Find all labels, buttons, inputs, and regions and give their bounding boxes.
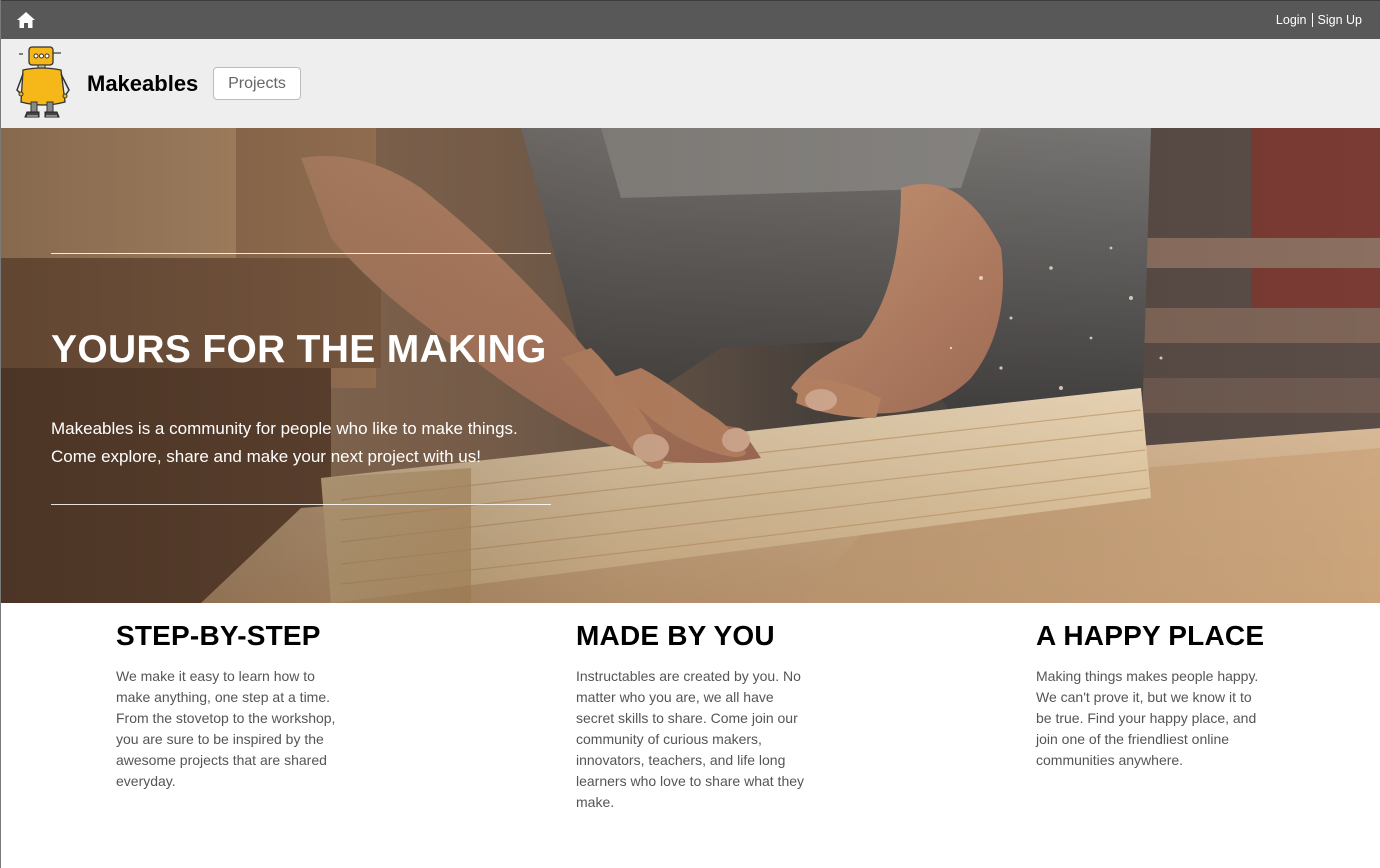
brand-name[interactable]: Makeables [87, 71, 198, 97]
projects-button[interactable]: Projects [213, 67, 301, 100]
page: Login Sign Up Makeables Projects YOURS F… [0, 0, 1380, 868]
hero-description: Makeables is a community for people who … [51, 415, 571, 471]
feature-a-happy-place: A HAPPY PLACE Making things makes people… [1036, 620, 1276, 771]
signup-link[interactable]: Sign Up [1318, 13, 1362, 27]
feature-step-by-step: STEP-BY-STEP We make it easy to learn ho… [116, 620, 356, 792]
auth-links: Login Sign Up [1276, 13, 1362, 27]
feature-description: Instructables are created by you. No mat… [576, 668, 805, 810]
feature-title: MADE BY YOU [576, 620, 775, 651]
feature-title: STEP-BY-STEP [116, 620, 321, 651]
hero-bottom-divider [51, 504, 551, 505]
feature-made-by-you: MADE BY YOU Instructables are created by… [576, 620, 816, 813]
hero-text-line-1: Makeables is a community for people who … [51, 419, 518, 438]
feature-description: We make it easy to learn how to make any… [116, 668, 336, 789]
feature-description: Making things makes people happy. We can… [1036, 668, 1259, 768]
site-header: Makeables Projects [1, 39, 1380, 128]
login-link[interactable]: Login [1276, 13, 1307, 27]
home-icon[interactable] [16, 11, 36, 29]
hero-banner: YOURS FOR THE MAKING Makeables is a comm… [1, 128, 1380, 603]
hero-text-line-2: Come explore, share and make your next p… [51, 447, 481, 466]
top-bar: Login Sign Up [1, 0, 1380, 39]
hero-top-divider [51, 253, 551, 254]
feature-title: A HAPPY PLACE [1036, 620, 1265, 651]
robot-logo-icon[interactable] [15, 44, 73, 120]
auth-divider [1311, 13, 1313, 27]
hero-title: YOURS FOR THE MAKING [51, 328, 547, 371]
